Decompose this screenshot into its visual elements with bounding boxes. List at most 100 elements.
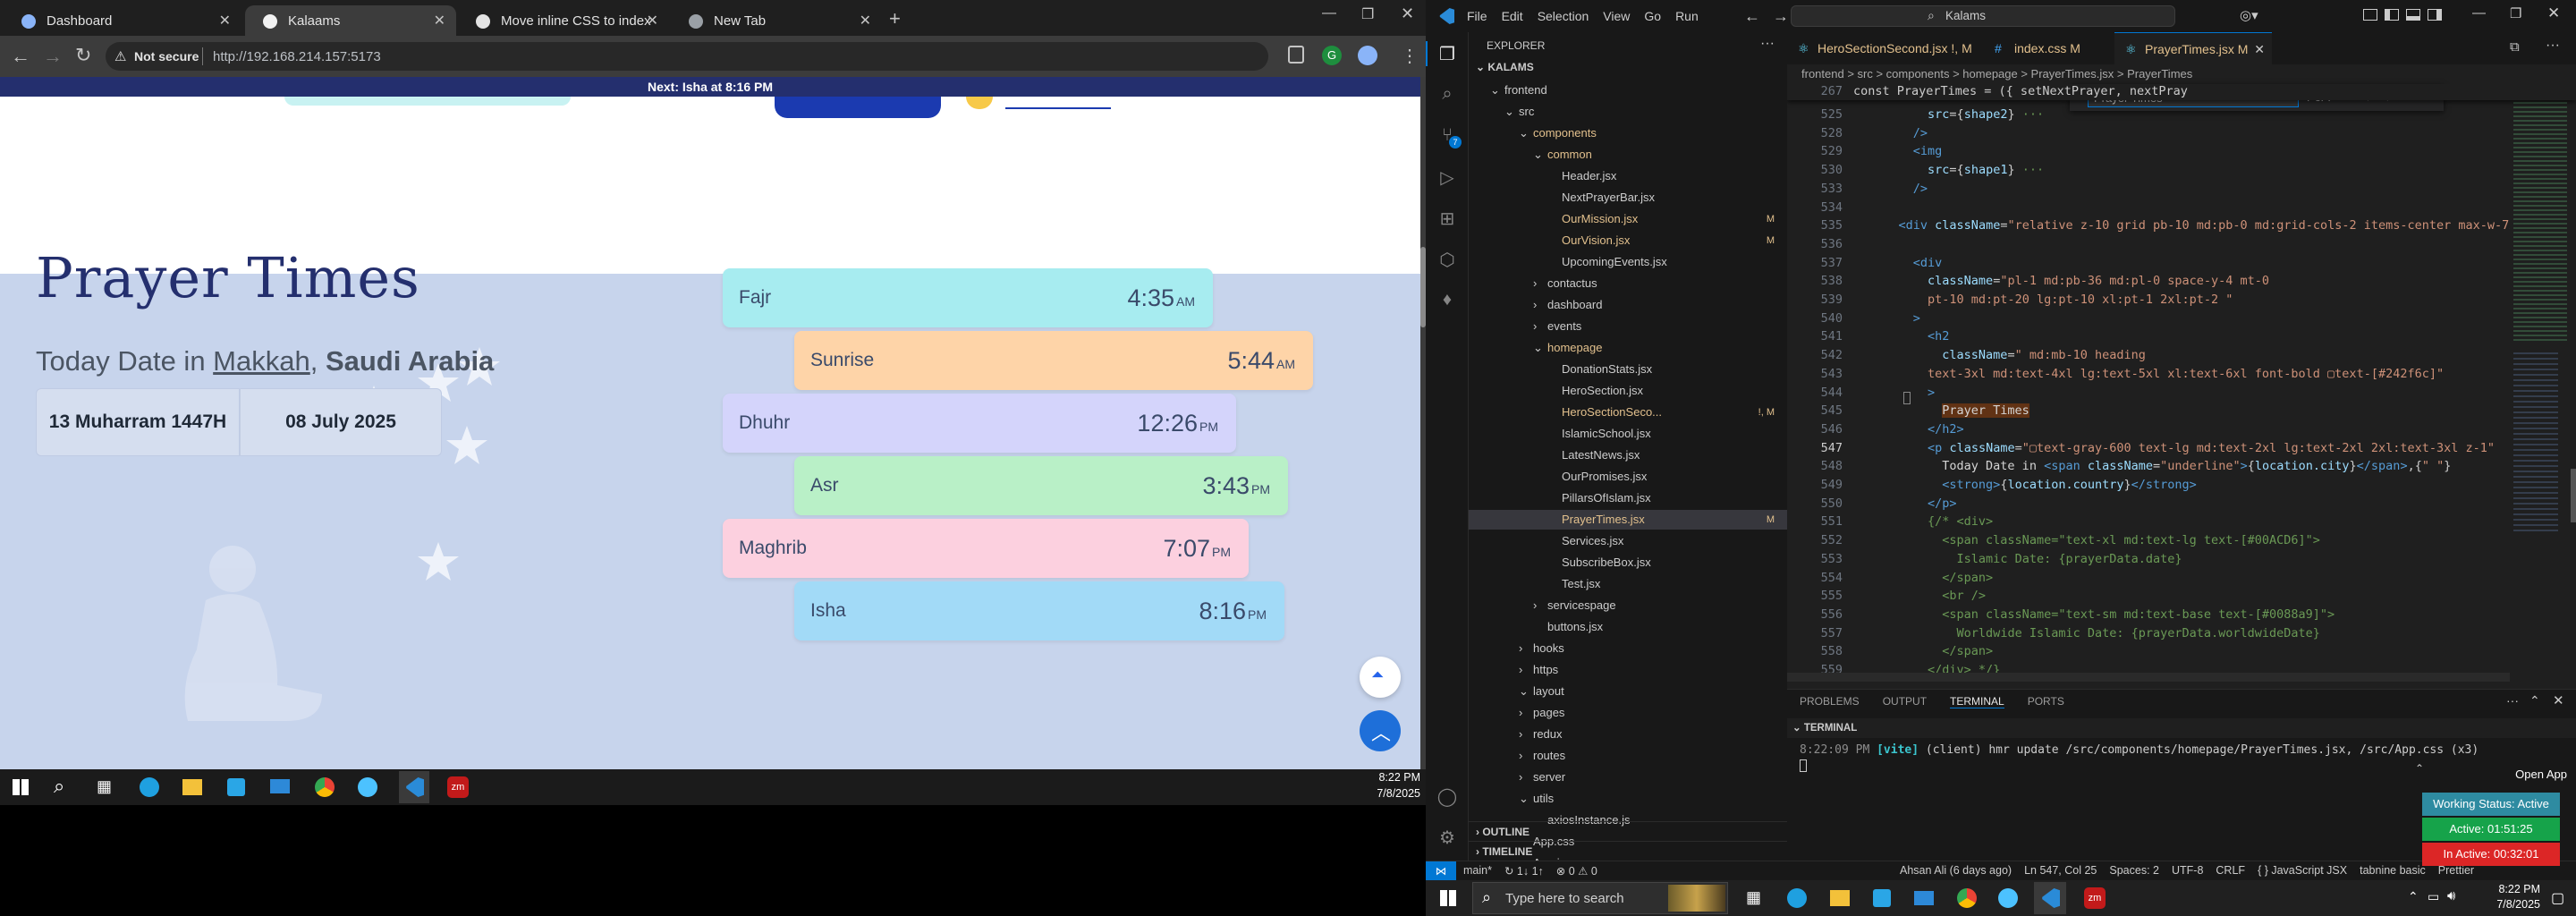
tree-item-frontend[interactable]: ⌄ frontend <box>1469 81 1787 100</box>
tree-item-nextprayerbar-jsx[interactable]: NextPrayerBar.jsx <box>1469 188 1787 208</box>
panel-close-icon[interactable]: ✕ <box>2553 692 2564 708</box>
tree-item-pages[interactable]: › pages <box>1469 703 1787 723</box>
store-icon[interactable] <box>1873 889 1891 907</box>
tree-item-layout[interactable]: ⌄ layout <box>1469 682 1787 701</box>
clock-date[interactable]: 7/8/2025 <box>1349 787 1420 800</box>
status-pos[interactable]: Ln 547, Col 25 <box>2024 864 2097 877</box>
menu-item-run[interactable]: Run <box>1675 9 1699 23</box>
tree-item-ourvision-jsx[interactable]: OurVision.jsx M <box>1469 231 1787 250</box>
underline-link[interactable] <box>1005 107 1111 109</box>
status-spaces[interactable]: Spaces: 2 <box>2109 864 2159 877</box>
tab-move-inline-css[interactable]: Move inline CSS to index ✕ <box>458 5 669 36</box>
workspace-root[interactable]: ⌄ KALAMS <box>1476 61 1534 73</box>
tree-item-islamicschool-jsx[interactable]: IslamicSchool.jsx <box>1469 424 1787 444</box>
tree-item-contactus[interactable]: › contactus <box>1469 274 1787 293</box>
explorer-icon[interactable]: ❐ <box>1436 43 1458 64</box>
tree-item-test-jsx[interactable]: Test.jsx <box>1469 574 1787 594</box>
tree-item-components[interactable]: ⌄ components <box>1469 123 1787 143</box>
scrollbar-thumb[interactable] <box>2571 469 2576 522</box>
command-center-search[interactable]: ⌕ Kalams <box>1791 5 2175 27</box>
extension-icon[interactable] <box>1288 46 1304 64</box>
editor-more-icon[interactable]: ··· <box>2546 38 2560 54</box>
tree-item-header-jsx[interactable]: Header.jsx <box>1469 166 1787 186</box>
layout-toggle-icon[interactable] <box>2363 9 2377 21</box>
scroll-up-button[interactable]: ⏶ <box>1360 657 1401 698</box>
panel-tab-problems[interactable]: PROBLEMS <box>1800 695 1860 708</box>
tab-index-css[interactable]: # index.css M <box>1984 32 2114 64</box>
chrome-icon[interactable] <box>1957 888 1977 908</box>
menu-item-selection[interactable]: Selection <box>1538 9 1589 23</box>
tree-item-routes[interactable]: › routes <box>1469 746 1787 766</box>
widget-collapse-icon[interactable]: ⌃ <box>2415 762 2428 775</box>
horizontal-scrollbar[interactable] <box>1787 673 2510 682</box>
menu-item-go[interactable]: Go <box>1644 9 1661 23</box>
nav-forward-icon[interactable]: → <box>1773 7 1789 26</box>
sidebar-toggle-icon[interactable] <box>2385 9 2399 21</box>
terminal-cursor[interactable] <box>1800 759 1807 772</box>
remote-explorer-icon[interactable]: ⬡ <box>1436 249 1458 270</box>
chrome-icon[interactable] <box>315 777 335 797</box>
outline-section[interactable]: › OUTLINE <box>1469 821 1787 841</box>
close-tab-icon[interactable]: ✕ <box>860 12 871 30</box>
tab-prayertimes[interactable]: ⚛ PrayerTimes.jsx M ✕ <box>2114 32 2272 64</box>
tray-chevron-icon[interactable]: ⌃ <box>2408 889 2419 904</box>
close-tab-icon[interactable]: ✕ <box>219 12 231 30</box>
clock-date[interactable]: 7/8/2025 <box>2472 898 2540 911</box>
clock-time[interactable]: 8:22 PM <box>1349 771 1420 784</box>
breadcrumb[interactable]: frontend > src > components > homepage >… <box>1787 64 2576 84</box>
volume-icon[interactable]: 🔊︎ <box>2447 888 2455 903</box>
settings-gear-icon[interactable]: ⚙ <box>1436 827 1458 848</box>
tab-dashboard[interactable]: Dashboard ✕ <box>4 5 242 36</box>
zm-app-icon[interactable]: zm <box>2084 887 2106 909</box>
file-explorer-icon[interactable] <box>182 779 202 795</box>
status-sync[interactable]: ↻ 1↓ 1↑ <box>1504 864 1544 878</box>
close-window-icon[interactable]: ✕ <box>2547 4 2560 22</box>
close-tab-icon[interactable]: ✕ <box>434 12 445 30</box>
remote-indicator-icon[interactable]: ⋈ <box>1426 861 1456 880</box>
close-tab-icon[interactable]: ✕ <box>647 12 658 30</box>
mail-icon[interactable] <box>270 779 290 793</box>
status-blame[interactable]: Ahsan Ali (6 days ago) <box>1900 864 2012 877</box>
menu-item-file[interactable]: File <box>1467 9 1487 23</box>
taskbar-search-box[interactable]: ⌕ Type here to search <box>1472 882 1728 914</box>
extensions-icon[interactable]: ⊞ <box>1436 208 1458 229</box>
close-tab-icon[interactable]: ✕ <box>2254 33 2265 65</box>
tree-item-ourpromises-jsx[interactable]: OurPromises.jsx <box>1469 467 1787 487</box>
network-icon[interactable]: ▭ <box>2428 889 2439 904</box>
status-problems[interactable]: ⊗ 0 ⚠ 0 <box>1556 864 1597 878</box>
source-control-icon[interactable]: ⑂ 7 <box>1436 125 1462 148</box>
notification-icon[interactable]: ▢ <box>2551 889 2564 907</box>
more-actions-icon[interactable]: ··· <box>1760 36 1775 52</box>
kebab-menu-icon[interactable]: ⋮ <box>1401 45 1419 67</box>
search-icon[interactable]: ⌕ <box>54 775 64 798</box>
vscode-taskbar-active[interactable] <box>2034 882 2066 914</box>
secondary-sidebar-icon[interactable] <box>2428 9 2442 21</box>
close-window-icon[interactable]: ✕ <box>1401 4 1414 23</box>
back-icon[interactable]: ← <box>11 45 30 68</box>
tree-item-subscribebox-jsx[interactable]: SubscribeBox.jsx <box>1469 553 1787 572</box>
task-view-icon[interactable]: ▦ <box>97 777 112 796</box>
account-icon[interactable]: ◯ <box>1436 785 1458 807</box>
status-tabnine[interactable]: tabnine basic <box>2360 864 2426 877</box>
tab-herosectionsecond[interactable]: ⚛ HeroSectionSecond.jsx !, M <box>1787 32 1984 64</box>
maximize-icon[interactable]: ❐ <box>1361 5 1374 23</box>
status-enc[interactable]: UTF-8 <box>2172 864 2203 877</box>
timeline-section[interactable]: › TIMELINE <box>1469 841 1787 861</box>
panel-tab-terminal[interactable]: TERMINAL <box>1950 695 2004 708</box>
tab-kalaams[interactable]: Kalaams ✕ <box>245 5 456 36</box>
tree-item-homepage[interactable]: ⌄ homepage <box>1469 338 1787 358</box>
reload-icon[interactable]: ↻ <box>75 44 91 67</box>
mongodb-icon[interactable]: ♦ <box>1436 290 1458 311</box>
edge-icon[interactable] <box>140 777 159 797</box>
open-app-link[interactable]: Open App <box>2483 768 2567 787</box>
status-prettier[interactable]: Prettier <box>2438 864 2474 877</box>
task-view-icon[interactable]: ▦ <box>1746 888 1761 907</box>
panel-tab-output[interactable]: OUTPUT <box>1883 695 1927 708</box>
tree-item-src[interactable]: ⌄ src <box>1469 102 1787 122</box>
url-text[interactable]: http://192.168.214.157:5173 <box>213 49 381 64</box>
tree-item-https[interactable]: › https <box>1469 660 1787 680</box>
minimap[interactable] <box>2510 84 2576 682</box>
tree-item-prayertimes-jsx[interactable]: PrayerTimes.jsx M <box>1469 510 1787 530</box>
mail-icon[interactable] <box>1914 891 1934 905</box>
address-bar[interactable]: ⚠ Not secure http://192.168.214.157:5173 <box>106 42 1268 71</box>
